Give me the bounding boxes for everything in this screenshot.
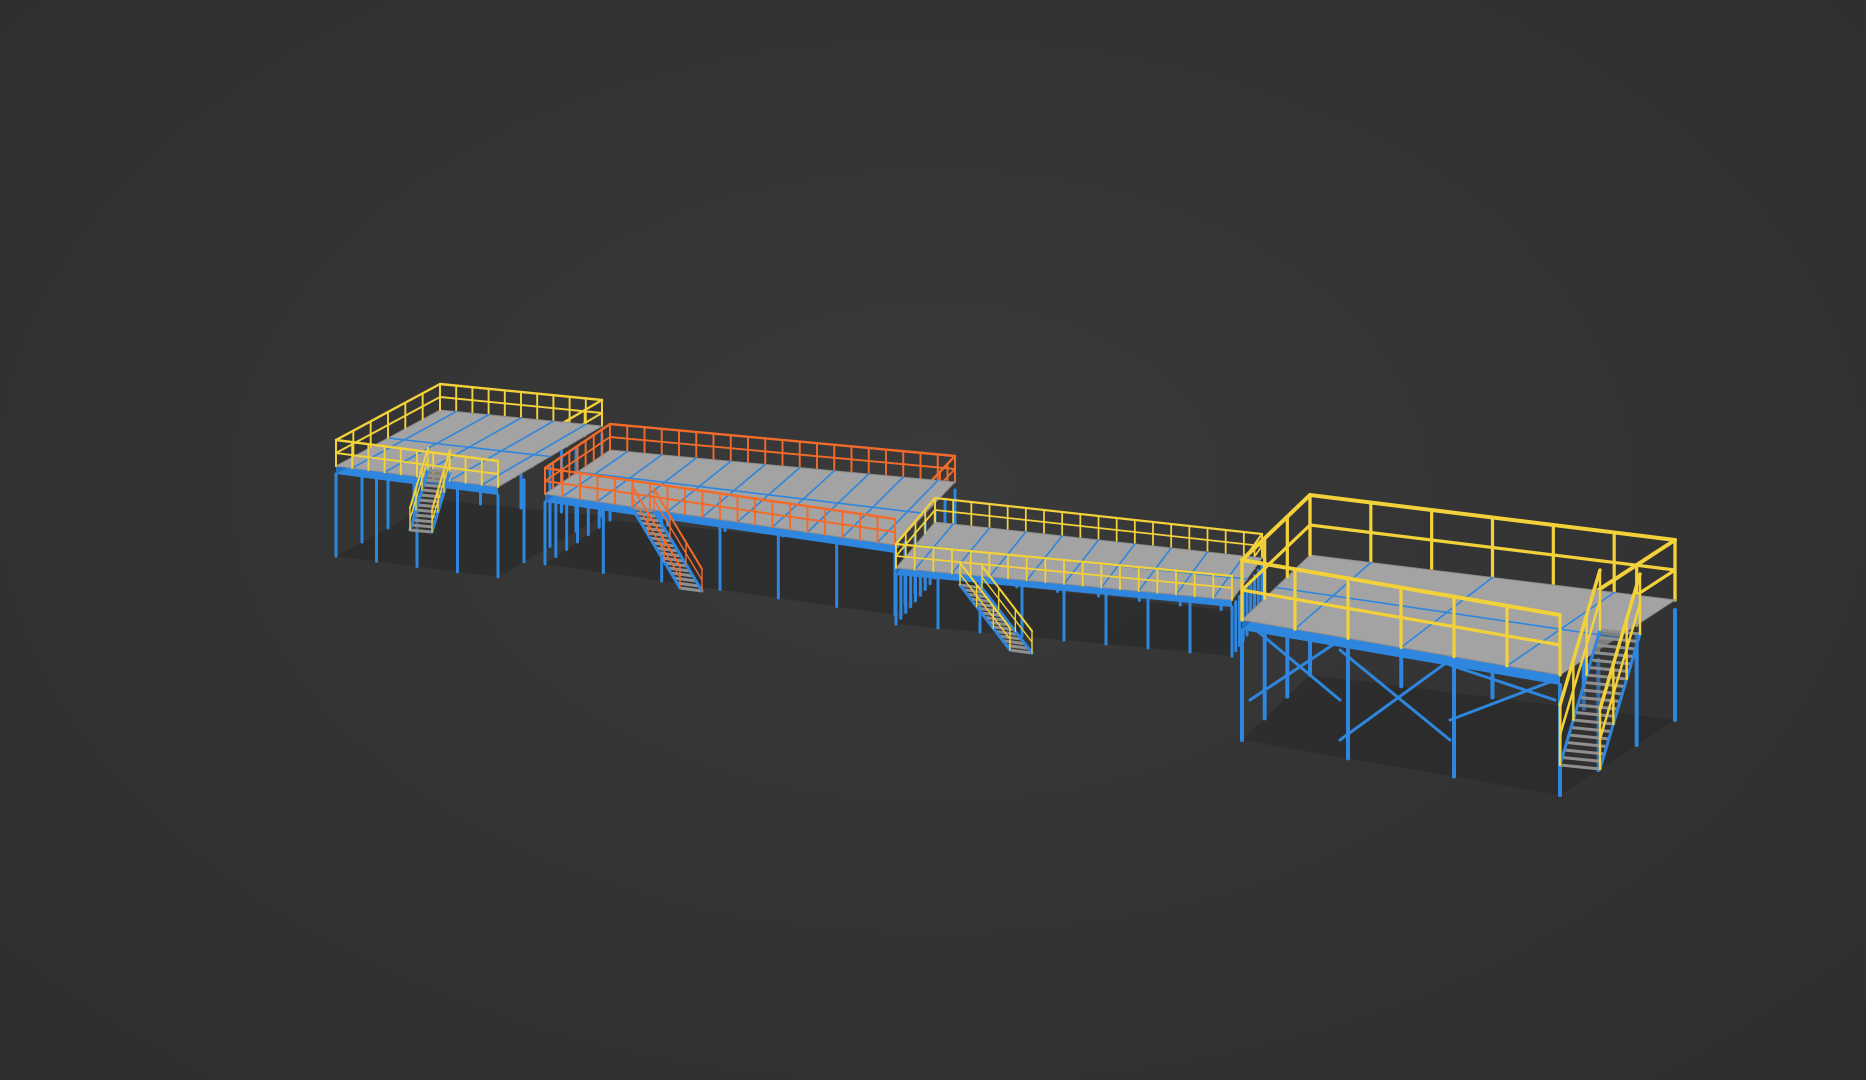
mezzanine-render-scene — [334, 382, 1677, 797]
render-viewport — [0, 0, 1866, 1080]
stair-tread — [410, 523, 435, 529]
guard-rail-top — [1240, 493, 1312, 562]
stair-tread — [408, 528, 434, 534]
